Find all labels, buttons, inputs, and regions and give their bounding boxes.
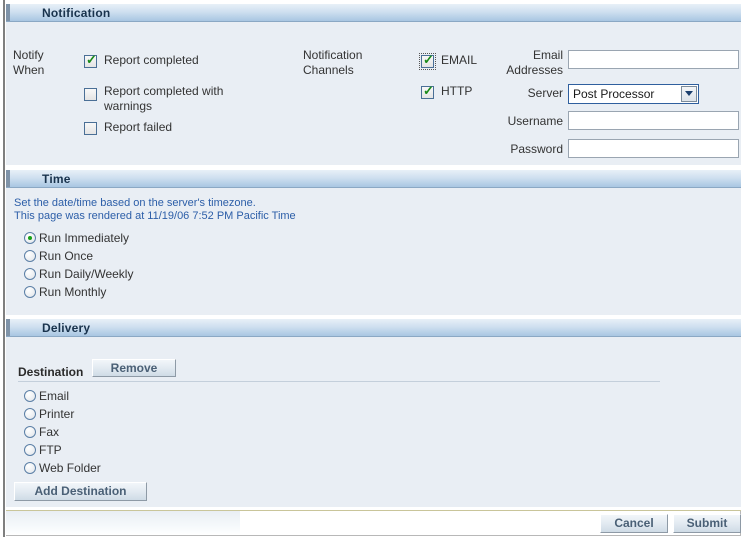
radio-run-daily-weekly[interactable] [24, 268, 36, 280]
checkbox-report-completed-with-warnings[interactable] [84, 88, 97, 101]
timezone-note: Set the date/time based on the server's … [14, 197, 296, 222]
notification-section-body: Notify When ✓ Report completed Report co… [6, 22, 741, 165]
checkbox-channel-http[interactable]: ✓ [421, 83, 434, 99]
check-mark-icon: ✓ [423, 83, 434, 98]
radio-run-daily-weekly-label: Run Daily/Weekly [39, 267, 134, 281]
password-input[interactable] [568, 139, 739, 158]
radio-destination-web-folder[interactable] [24, 462, 36, 474]
radio-run-once[interactable] [24, 250, 36, 262]
email-addresses-input[interactable] [568, 50, 739, 69]
destination-divider [18, 381, 660, 382]
checkbox-report-completed-with-warnings-label: Report completed with warnings [104, 84, 224, 113]
username-label: Username [507, 114, 563, 128]
header-accent-bar [6, 4, 10, 21]
radio-run-monthly[interactable] [24, 286, 36, 298]
radio-destination-ftp-label: FTP [39, 443, 62, 457]
notify-when-label: Notify When [13, 48, 45, 77]
check-mark-icon: ✓ [423, 52, 434, 67]
delivery-section-title: Delivery [42, 321, 91, 335]
time-section-title: Time [42, 172, 71, 186]
checkbox-channel-email[interactable]: ✓ [419, 52, 436, 70]
checkbox-report-failed[interactable] [84, 122, 97, 135]
radio-run-once-label: Run Once [39, 249, 94, 263]
submit-button[interactable]: Submit [673, 514, 741, 533]
notification-section-header: Notification [6, 3, 741, 22]
server-label: Server [527, 86, 563, 100]
left-spine-divider [3, 0, 5, 537]
username-input[interactable] [568, 111, 739, 130]
cancel-button[interactable]: Cancel [600, 514, 668, 533]
radio-destination-printer[interactable] [24, 408, 36, 420]
header-accent-bar [6, 319, 10, 336]
time-section-body: Set the date/time based on the server's … [6, 188, 741, 315]
radio-destination-fax[interactable] [24, 426, 36, 438]
footer-left-panel [6, 511, 240, 535]
checkbox-report-completed-label: Report completed [104, 53, 199, 67]
radio-run-immediately[interactable] [24, 232, 36, 244]
delivery-section-body: Destination Remove Email Printer Fax FTP… [6, 337, 741, 507]
notification-channels-label: Notification Channels [303, 48, 363, 77]
header-accent-bar [6, 170, 10, 187]
radio-destination-email-label: Email [39, 389, 70, 403]
remove-destination-button[interactable]: Remove [92, 359, 176, 377]
checkbox-report-failed-label: Report failed [104, 120, 173, 134]
notification-section-title: Notification [42, 6, 111, 20]
chevron-down-icon[interactable] [681, 86, 697, 102]
radio-destination-web-folder-label: Web Folder [39, 461, 101, 475]
password-label: Password [510, 142, 563, 156]
server-select-value: Post Processor [573, 87, 655, 101]
add-destination-button[interactable]: Add Destination [14, 482, 147, 501]
email-addresses-label: Email Addresses [506, 48, 563, 77]
radio-run-monthly-label: Run Monthly [39, 285, 107, 299]
radio-destination-email[interactable] [24, 390, 36, 402]
time-section-header: Time [6, 169, 741, 188]
checkbox-report-completed[interactable]: ✓ [84, 52, 97, 68]
radio-selected-dot [27, 235, 32, 240]
radio-destination-fax-label: Fax [39, 425, 60, 439]
check-mark-icon: ✓ [86, 52, 97, 67]
radio-destination-ftp[interactable] [24, 444, 36, 456]
server-select[interactable]: Post Processor [568, 84, 699, 104]
footer-bar: Cancel Submit [6, 511, 741, 536]
radio-destination-printer-label: Printer [39, 407, 75, 421]
radio-run-immediately-label: Run Immediately [39, 231, 130, 245]
delivery-section-header: Delivery [6, 318, 741, 337]
destination-label: Destination [18, 365, 84, 379]
report-schedule-page: Notification Notify When ✓ Report comple… [0, 0, 741, 537]
